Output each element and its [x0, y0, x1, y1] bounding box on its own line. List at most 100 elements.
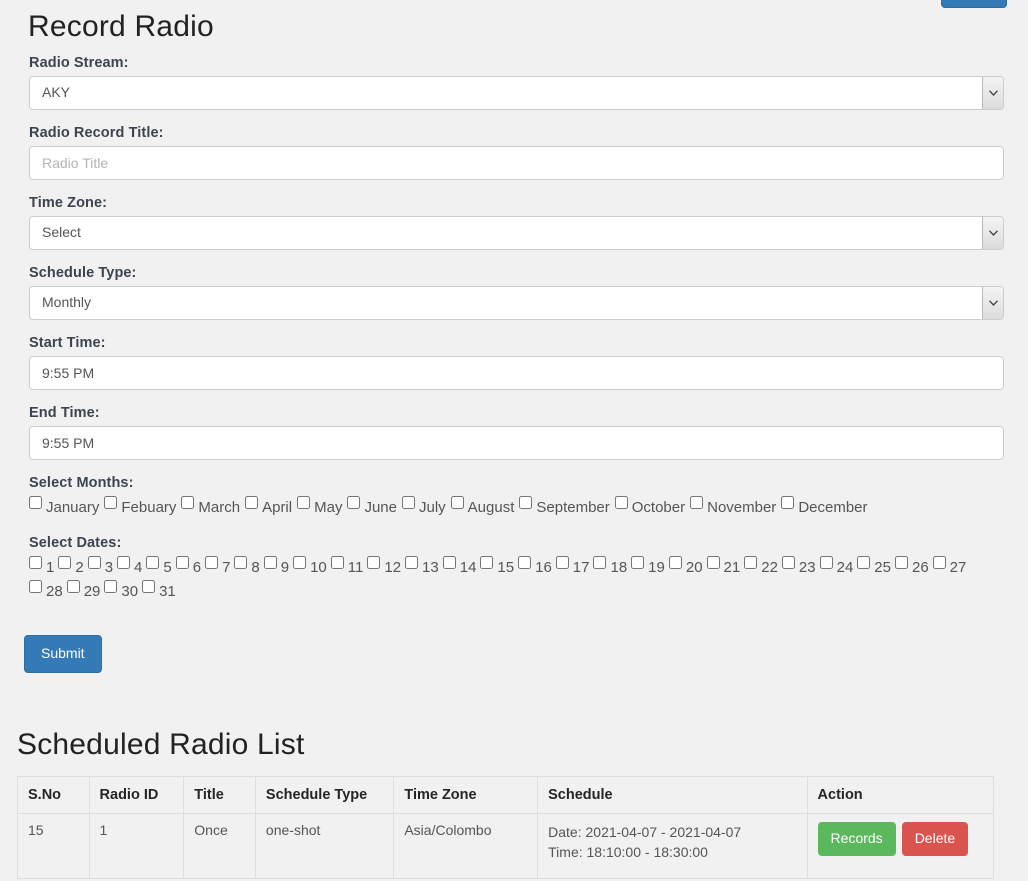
- date-checkbox-4[interactable]: [117, 556, 131, 569]
- month-checkbox-january[interactable]: [29, 496, 42, 509]
- date-8[interactable]: 8: [234, 556, 260, 580]
- date-5[interactable]: 5: [146, 556, 172, 580]
- date-15[interactable]: 15: [480, 556, 514, 580]
- month-november[interactable]: November: [690, 496, 776, 520]
- date-checkbox-13[interactable]: [405, 556, 419, 569]
- date-10[interactable]: 10: [293, 556, 327, 580]
- month-checkbox-november[interactable]: [690, 496, 704, 509]
- date-25[interactable]: 25: [857, 556, 891, 580]
- submit-button[interactable]: Submit: [24, 635, 102, 673]
- radio-stream-select[interactable]: AKY: [29, 76, 1004, 110]
- date-label: 7: [222, 559, 231, 576]
- month-june[interactable]: June: [347, 496, 397, 520]
- date-13[interactable]: 13: [405, 556, 439, 580]
- date-checkbox-26[interactable]: [894, 556, 908, 569]
- date-checkbox-19[interactable]: [631, 556, 645, 569]
- date-21[interactable]: 21: [706, 556, 740, 580]
- date-checkbox-31[interactable]: [142, 580, 156, 593]
- month-july[interactable]: July: [401, 496, 446, 520]
- date-2[interactable]: 2: [58, 556, 84, 580]
- start-time-input[interactable]: [29, 356, 1004, 390]
- date-checkbox-3[interactable]: [87, 556, 101, 569]
- schedule-type-select[interactable]: Monthly: [29, 286, 1004, 320]
- date-27[interactable]: 27: [932, 556, 966, 580]
- date-22[interactable]: 22: [744, 556, 778, 580]
- date-18[interactable]: 18: [593, 556, 627, 580]
- month-febuary[interactable]: Febuary: [104, 496, 176, 520]
- date-20[interactable]: 20: [668, 556, 703, 580]
- date-checkbox-5[interactable]: [146, 556, 160, 569]
- date-checkbox-18[interactable]: [593, 556, 607, 569]
- month-january[interactable]: January: [29, 496, 99, 520]
- date-4[interactable]: 4: [117, 556, 142, 580]
- date-checkbox-7[interactable]: [205, 556, 219, 569]
- date-checkbox-14[interactable]: [442, 556, 456, 569]
- radio-record-title-input[interactable]: [29, 146, 1004, 180]
- date-checkbox-8[interactable]: [234, 556, 248, 569]
- date-6[interactable]: 6: [175, 556, 201, 580]
- month-checkbox-febuary[interactable]: [104, 496, 118, 509]
- date-checkbox-15[interactable]: [480, 556, 494, 569]
- end-time-input[interactable]: [29, 426, 1004, 460]
- month-checkbox-july[interactable]: [401, 496, 415, 509]
- date-23[interactable]: 23: [781, 556, 816, 580]
- date-14[interactable]: 14: [442, 556, 476, 580]
- month-march[interactable]: March: [181, 496, 240, 520]
- date-31[interactable]: 31: [142, 580, 176, 604]
- month-september[interactable]: September: [519, 496, 610, 520]
- date-19[interactable]: 19: [631, 556, 665, 580]
- date-11[interactable]: 11: [330, 556, 363, 580]
- month-checkbox-march[interactable]: [181, 496, 195, 509]
- date-checkbox-27[interactable]: [932, 556, 946, 569]
- month-may[interactable]: May: [297, 496, 342, 520]
- date-1[interactable]: 1: [29, 556, 54, 580]
- date-checkbox-21[interactable]: [706, 556, 720, 569]
- records-button[interactable]: Records: [817, 821, 896, 856]
- date-checkbox-9[interactable]: [263, 556, 277, 569]
- month-checkbox-april[interactable]: [245, 496, 259, 509]
- date-checkbox-30[interactable]: [104, 580, 118, 593]
- end-time-label: End Time:: [29, 405, 100, 421]
- date-checkbox-24[interactable]: [819, 556, 833, 569]
- date-checkbox-11[interactable]: [330, 556, 344, 569]
- date-30[interactable]: 30: [104, 580, 138, 604]
- month-checkbox-june[interactable]: [347, 496, 361, 509]
- month-april[interactable]: April: [245, 496, 292, 520]
- date-3[interactable]: 3: [87, 556, 113, 580]
- date-checkbox-16[interactable]: [518, 556, 532, 569]
- month-october[interactable]: October: [614, 496, 685, 520]
- date-checkbox-25[interactable]: [857, 556, 871, 569]
- month-label: January: [46, 499, 100, 516]
- date-checkbox-2[interactable]: [58, 556, 72, 569]
- date-checkbox-6[interactable]: [175, 556, 189, 569]
- month-checkbox-october[interactable]: [614, 496, 628, 509]
- date-26[interactable]: 26: [894, 556, 929, 580]
- date-16[interactable]: 16: [518, 556, 552, 580]
- date-7[interactable]: 7: [205, 556, 230, 580]
- month-checkbox-december[interactable]: [781, 496, 795, 509]
- date-checkbox-20[interactable]: [668, 556, 682, 569]
- month-august[interactable]: August: [450, 496, 514, 520]
- date-checkbox-28[interactable]: [29, 580, 42, 593]
- date-28[interactable]: 28: [29, 580, 63, 604]
- date-checkbox-1[interactable]: [29, 556, 42, 569]
- date-checkbox-29[interactable]: [66, 580, 80, 593]
- month-checkbox-may[interactable]: [297, 496, 311, 509]
- date-29[interactable]: 29: [66, 580, 100, 604]
- date-17[interactable]: 17: [555, 556, 589, 580]
- date-checkbox-22[interactable]: [744, 556, 758, 569]
- date-checkbox-12[interactable]: [367, 556, 381, 569]
- date-12[interactable]: 12: [367, 556, 401, 580]
- month-checkbox-august[interactable]: [450, 496, 464, 509]
- date-checkbox-23[interactable]: [781, 556, 795, 569]
- date-checkbox-17[interactable]: [555, 556, 569, 569]
- date-24[interactable]: 24: [819, 556, 853, 580]
- month-december[interactable]: December: [781, 496, 868, 520]
- delete-button[interactable]: Delete: [901, 821, 969, 856]
- time-zone-select[interactable]: Select: [29, 216, 1004, 250]
- month-checkbox-september[interactable]: [519, 496, 533, 509]
- date-9[interactable]: 9: [263, 556, 289, 580]
- date-label: 13: [422, 559, 439, 576]
- date-checkbox-10[interactable]: [293, 556, 307, 569]
- date-label: 8: [251, 559, 260, 576]
